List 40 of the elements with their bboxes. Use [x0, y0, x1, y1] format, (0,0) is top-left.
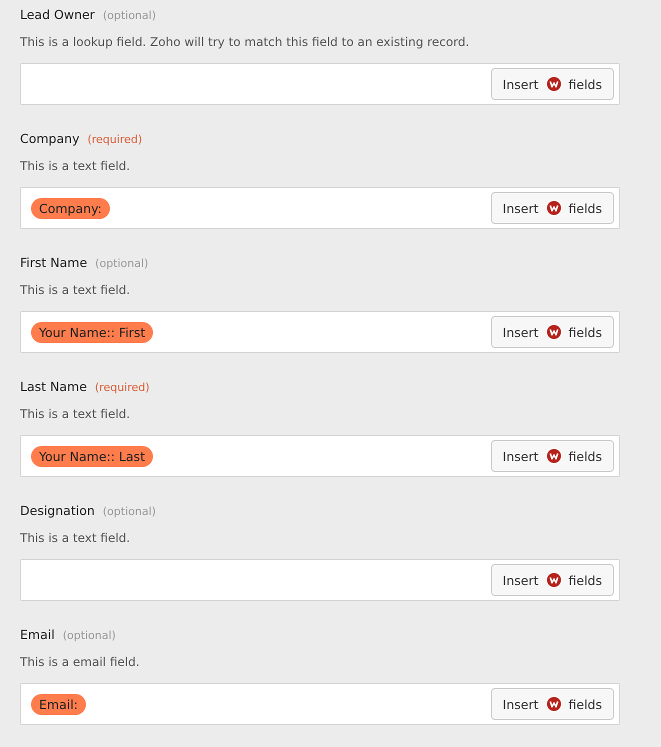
logo-icon — [546, 325, 561, 339]
field-note: (required) — [94, 381, 150, 394]
logo-icon — [546, 77, 561, 91]
insert-fields-button[interactable]: Insert fields — [490, 316, 614, 348]
logo-icon — [546, 697, 561, 711]
field-token[interactable]: Email: — [31, 694, 86, 714]
field-label: First Name — [20, 255, 88, 270]
insert-fields-button[interactable]: Insert fields — [490, 688, 614, 720]
input-field[interactable]: Email: Insert fields — [20, 683, 620, 725]
input-field[interactable]: Your Name:: Last Insert fields — [20, 435, 620, 477]
insert-fields-button[interactable]: Insert fields — [490, 440, 614, 472]
input-field[interactable]: Insert fields — [20, 63, 620, 105]
input-field[interactable]: Company: Insert fields — [20, 187, 620, 229]
insert-fields-button[interactable]: Insert fields — [490, 68, 614, 100]
field-note: (optional) — [95, 257, 148, 270]
field-label: Designation — [20, 503, 95, 518]
input-field[interactable]: Your Name:: First Insert fields — [20, 311, 620, 353]
field-description: This is a text field. — [20, 282, 132, 298]
insert-fields-button[interactable]: Insert fields — [490, 192, 614, 224]
logo-icon — [546, 449, 561, 463]
logo-icon — [546, 201, 561, 215]
field-label: Last Name — [20, 379, 87, 394]
field-token[interactable]: Company: — [31, 198, 110, 218]
field-note: (optional) — [102, 505, 156, 518]
field-description: This is a text field. — [20, 530, 132, 546]
field-note: (optional) — [62, 629, 116, 642]
input-field[interactable]: Insert fields — [20, 559, 620, 601]
field-label: Company — [20, 131, 80, 146]
logo-icon — [546, 573, 561, 587]
field-note: (required) — [87, 133, 142, 146]
field-description: This is a text field. — [20, 406, 132, 422]
field-description: This is a email field. — [20, 654, 141, 670]
insert-fields-button[interactable]: Insert fields — [490, 564, 614, 596]
field-description: This is a text field. — [20, 158, 132, 174]
field-description: This is a lookup field. Zoho will try to match this field to an existing record. — [20, 34, 470, 50]
field-label: Lead Owner — [20, 7, 95, 22]
field-note: (optional) — [102, 9, 156, 22]
field-token[interactable]: Your Name:: First — [31, 322, 154, 342]
field-token[interactable]: Your Name:: Last — [31, 446, 153, 466]
field-label: Email — [20, 627, 55, 642]
